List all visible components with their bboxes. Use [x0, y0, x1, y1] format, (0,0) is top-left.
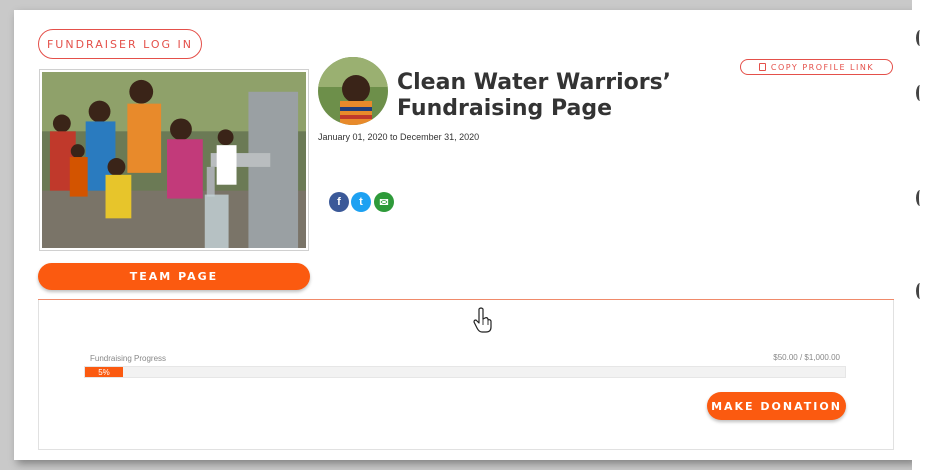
profile-avatar: [318, 57, 388, 125]
edge-mark: [916, 85, 924, 101]
copy-profile-link-label: COPY PROFILE LINK: [770, 62, 875, 72]
hand-cursor-icon: [473, 307, 492, 333]
fundraiser-login-label: FUNDRAISER LOG IN: [46, 37, 193, 51]
progress-bar-fill: 5%: [85, 367, 123, 377]
facebook-icon: f: [337, 196, 341, 208]
twitter-icon: t: [359, 196, 363, 208]
page-title: Clean Water Warriors’ Fundraising Page: [397, 70, 672, 121]
edge-mark: [916, 190, 924, 206]
make-donation-button[interactable]: MAKE DONATION: [707, 392, 846, 420]
make-donation-label: MAKE DONATION: [711, 399, 842, 413]
avatar-image: [318, 57, 388, 125]
copy-profile-link-button[interactable]: COPY PROFILE LINK: [740, 59, 893, 75]
team-page-button[interactable]: TEAM PAGE: [38, 263, 310, 290]
team-photo-image: [42, 72, 306, 248]
edge-mark: [916, 30, 924, 46]
facebook-share-button[interactable]: f: [329, 192, 349, 212]
fundraiser-login-button[interactable]: FUNDRAISER LOG IN: [38, 29, 202, 59]
progress-percent: 5%: [98, 367, 110, 377]
progress-label: Fundraising Progress: [90, 354, 167, 363]
progress-bar: 5%: [84, 366, 846, 378]
fundraising-dates: January 01, 2020 to December 31, 2020: [318, 132, 480, 142]
team-page-label: TEAM PAGE: [129, 270, 219, 283]
background-window-edge: [912, 0, 927, 470]
email-icon: ✉: [379, 196, 389, 209]
twitter-share-button[interactable]: t: [351, 192, 371, 212]
edge-mark: [916, 283, 924, 299]
progress-amount: $50.00 / $1,000.00: [773, 353, 840, 362]
team-photo: [39, 69, 309, 251]
copy-icon: [758, 63, 766, 71]
email-share-button[interactable]: ✉: [374, 192, 394, 212]
